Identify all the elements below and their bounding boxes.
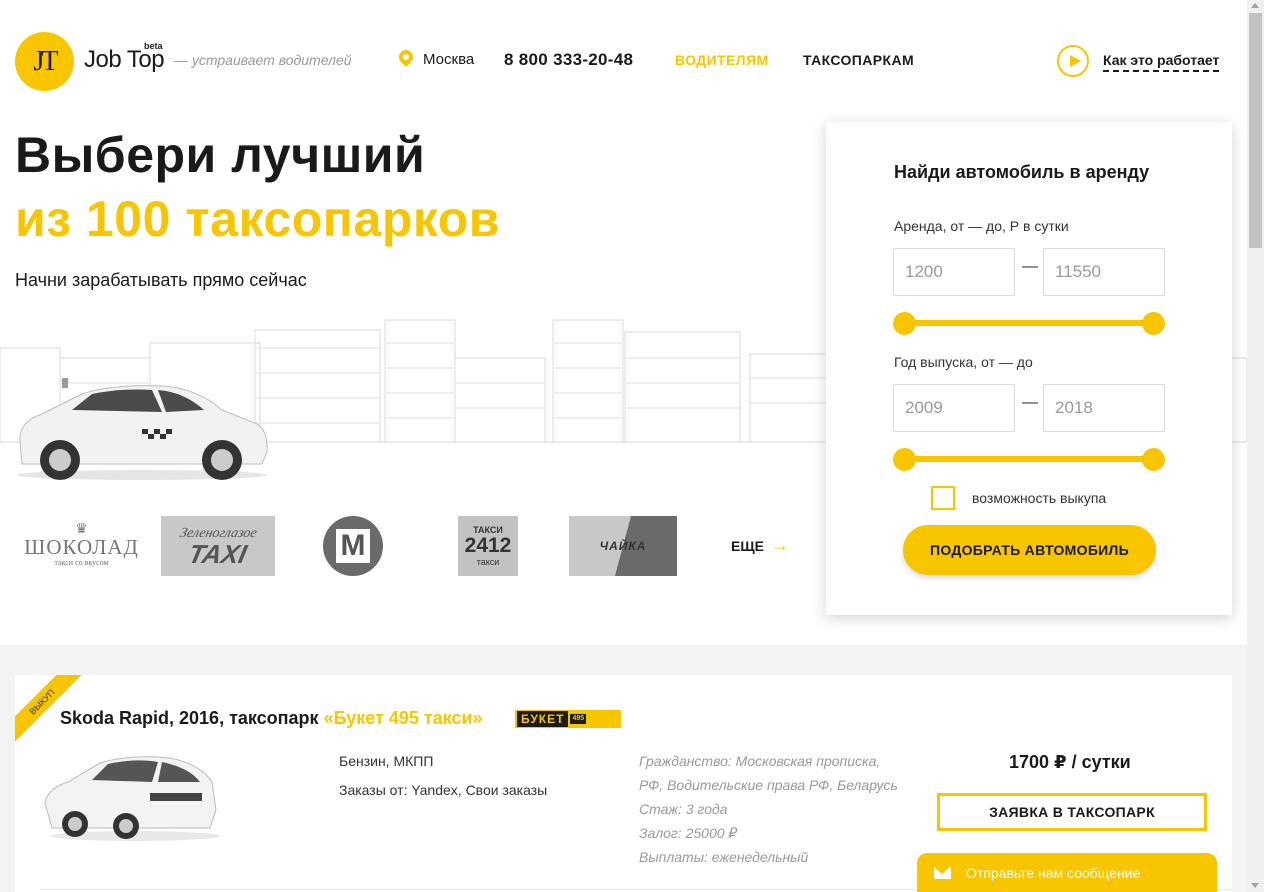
hero-title-line2: из 100 таксопарков bbox=[15, 191, 501, 247]
year-to-input[interactable] bbox=[1043, 384, 1165, 432]
condition-line: Стаж: 3 года bbox=[639, 801, 728, 817]
order-sources: Заказы от: Yandex, Свои заказы bbox=[339, 782, 548, 798]
scrollbar[interactable] bbox=[1247, 0, 1264, 892]
price-from-input[interactable] bbox=[893, 248, 1015, 296]
logo-circle: M bbox=[323, 516, 383, 576]
partner-slogan: такси со вкусом bbox=[54, 558, 109, 567]
car-search-form: Найди автомобиль в аренду Аренда, от — д… bbox=[826, 122, 1232, 615]
play-icon[interactable] bbox=[1057, 45, 1089, 77]
park-logo-name: БУКЕТ bbox=[517, 711, 569, 727]
park-logo-number: 495 bbox=[570, 714, 587, 724]
hero-section: JT Job Top beta — устраивает водителей М… bbox=[0, 0, 1247, 645]
tagline: — устраивает водителей bbox=[174, 52, 352, 68]
price-slider-track[interactable] bbox=[904, 320, 1154, 326]
nav-taxi-parks[interactable]: ТАКСОПАРКАМ bbox=[803, 52, 914, 68]
partner-subtitle: TAXI bbox=[186, 539, 250, 569]
page: JT Job Top beta — устраивает водителей М… bbox=[0, 0, 1247, 892]
buyout-label[interactable]: возможность выкупа bbox=[972, 490, 1106, 506]
price-slider-max-handle[interactable] bbox=[1142, 312, 1165, 335]
city-selector[interactable]: Москва bbox=[423, 51, 474, 68]
partner-logo-m-taxi[interactable]: M bbox=[323, 516, 383, 576]
price-range-label: Аренда, от — до, Р в сутки bbox=[894, 218, 1069, 234]
listing-car-name: Skoda Rapid, 2016, таксопарк bbox=[60, 708, 324, 728]
partner-name: ШОКОЛАД bbox=[24, 535, 139, 559]
chat-label: Отправьте нам сообщение bbox=[966, 865, 1141, 881]
year-from-input[interactable] bbox=[893, 384, 1015, 432]
find-car-button[interactable]: ПОДОБРАТЬ АВТОМОБИЛЬ bbox=[903, 525, 1156, 575]
condition-line: РФ, Водительские права РФ, Беларусь bbox=[639, 777, 898, 793]
chat-widget[interactable]: Отправьте нам сообщение bbox=[917, 853, 1217, 892]
range-dash: — bbox=[1022, 394, 1038, 411]
year-range-label: Год выпуска, от — до bbox=[894, 354, 1033, 370]
fuel-transmission: Бензин, МКПП bbox=[339, 753, 434, 769]
arrow-right-icon[interactable]: → bbox=[771, 535, 789, 556]
year-slider-min-handle[interactable] bbox=[893, 448, 916, 471]
partner-logo-zelenoglazoe[interactable]: Зеленоглазое TAXI bbox=[161, 516, 275, 576]
search-title: Найди автомобиль в аренду bbox=[894, 162, 1150, 182]
scroll-up-arrow-icon[interactable] bbox=[1251, 3, 1259, 8]
partner-sub: такси bbox=[476, 557, 500, 567]
year-slider-max-handle[interactable] bbox=[1142, 448, 1165, 471]
nav-drivers[interactable]: ВОДИТЕЛЯМ bbox=[675, 52, 769, 68]
partner-logo-chaika[interactable]: ЧАЙКА bbox=[569, 516, 677, 576]
car-photo[interactable] bbox=[40, 748, 220, 843]
partner-name: ЧАЙКА bbox=[599, 539, 647, 553]
logo-letter: M bbox=[336, 529, 370, 563]
year-slider-track[interactable] bbox=[904, 456, 1154, 462]
buyout-checkbox[interactable] bbox=[931, 486, 955, 510]
partner-number: 2412 bbox=[464, 534, 512, 557]
hero-subtitle: Начни зарабатывать прямо сейчас bbox=[15, 270, 307, 290]
beta-badge: beta bbox=[144, 41, 163, 51]
condition-line: Залог: 25000 ₽ bbox=[639, 825, 738, 841]
partner-logo-shokolad[interactable]: ♛ ШОКОЛАД такси со вкусом bbox=[24, 516, 139, 576]
park-logo-buket: БУКЕТ 495 bbox=[515, 710, 621, 728]
condition-line: Выплаты: еженедельный bbox=[639, 849, 809, 865]
partner-logo-taxi-2412[interactable]: ТАКСИ 2412 такси bbox=[458, 516, 518, 576]
location-pin-icon[interactable] bbox=[396, 47, 416, 67]
apply-to-park-button[interactable]: ЗАЯВКА В ТАКСОПАРК bbox=[937, 793, 1207, 831]
condition-line: Гражданство: Московская прописка, bbox=[639, 753, 881, 769]
more-partners-link[interactable]: ЕЩЕ bbox=[731, 538, 764, 554]
phone-number[interactable]: 8 800 333-20-48 bbox=[504, 50, 633, 70]
price-slider-min-handle[interactable] bbox=[893, 312, 916, 335]
how-it-works-link[interactable]: Как это работает bbox=[1103, 52, 1220, 72]
listing-park-link[interactable]: «Букет 495 такси» bbox=[324, 708, 483, 728]
range-dash: — bbox=[1022, 258, 1038, 275]
taxi-car-illustration bbox=[17, 378, 268, 480]
scroll-thumb[interactable] bbox=[1249, 13, 1262, 248]
conditions: Гражданство: Московская прописка, РФ, Во… bbox=[639, 749, 898, 869]
hero-title-line1: Выбери лучший bbox=[15, 127, 426, 183]
scroll-down-arrow-icon[interactable] bbox=[1251, 883, 1259, 888]
logo-mark[interactable]: JT bbox=[15, 32, 74, 91]
envelope-icon bbox=[934, 867, 951, 879]
price-to-input[interactable] bbox=[1043, 248, 1165, 296]
price-per-day: 1700 ₽ / сутки bbox=[1009, 752, 1131, 772]
listing-title[interactable]: Skoda Rapid, 2016, таксопарк «Букет 495 … bbox=[60, 708, 483, 729]
